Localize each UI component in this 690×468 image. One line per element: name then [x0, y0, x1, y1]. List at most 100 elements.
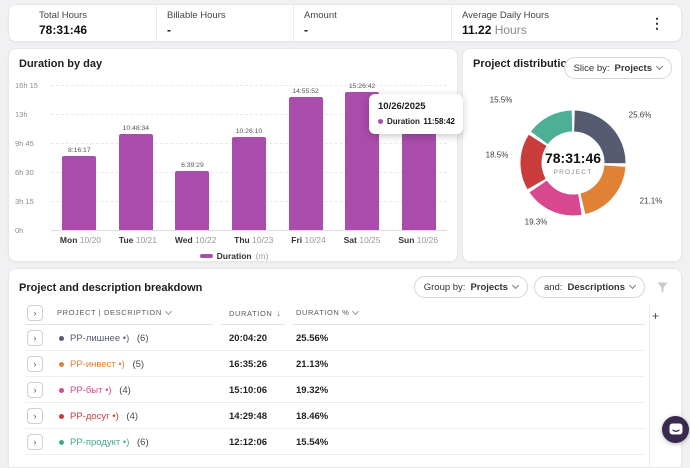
chat-launcher-button[interactable] — [662, 416, 689, 443]
column-header-project[interactable]: PROJECT | DESCRIPTION — [57, 308, 171, 317]
column-header-duration-pct[interactable]: DURATION % — [296, 308, 358, 317]
chevron-right-icon: › — [34, 359, 37, 369]
tooltip-series-name: Duration — [387, 117, 420, 126]
kebab-menu-icon[interactable]: ⋮ — [645, 12, 669, 34]
bar-value-label: 15:26:42 — [349, 83, 375, 90]
bar-value-label: 10:26:10 — [236, 128, 262, 135]
expand-row-button[interactable]: › — [27, 408, 43, 424]
grid-line — [51, 230, 447, 231]
summary-bar: Total Hours 78:31:46 Billable Hours - Am… — [8, 4, 682, 42]
expand-row-button[interactable]: › — [27, 356, 43, 372]
chart-tooltip: 10/26/2025 Duration 11:58:42 — [369, 94, 463, 134]
chevron-right-icon: › — [34, 411, 37, 421]
project-color-dot — [59, 440, 64, 445]
tooltip-value: 11:58:42 — [423, 117, 455, 126]
description-count: (5) — [130, 359, 144, 370]
table-row: › РР-лишнее •) (6) 20:04:20 25.56% — [9, 325, 681, 351]
tooltip-series-dot — [378, 119, 383, 124]
expand-row-button[interactable]: › — [27, 330, 43, 346]
donut-segment-label: 21.1% — [640, 197, 663, 206]
duration-bar[interactable] — [289, 97, 323, 230]
breakdown-table-card: Project and description breakdown Group … — [8, 268, 682, 468]
donut-segment-label: 18.5% — [486, 151, 509, 160]
sort-desc-icon: ↓ — [276, 308, 281, 318]
chat-bubble-icon — [669, 423, 683, 436]
x-tick-label: Thu 10/23 — [234, 235, 273, 245]
bar-value-label: 10:48:34 — [123, 125, 149, 132]
table-row: › РР-инвест •) (5) 16:35:26 21.13% — [9, 351, 681, 377]
x-tick-label: Wed 10/22 — [175, 235, 216, 245]
table-column-headers: › PROJECT | DESCRIPTION DURATION↓ DURATI… — [9, 305, 681, 325]
column-header-duration[interactable]: DURATION↓ — [229, 308, 282, 318]
summary-label: Billable Hours — [167, 10, 285, 21]
summary-label: Amount — [304, 10, 443, 21]
bar-value-label: 6:39:29 — [181, 162, 204, 169]
donut-segment-label: 15.5% — [490, 96, 513, 105]
chevron-right-icon: › — [34, 437, 37, 447]
legend-unit: (m) — [256, 251, 269, 261]
description-count: (4) — [117, 385, 131, 396]
legend-swatch — [200, 254, 213, 258]
tooltip-date: 10/26/2025 — [378, 101, 455, 112]
x-tick-label: Fri 10/24 — [291, 235, 326, 245]
expand-row-button[interactable]: › — [27, 382, 43, 398]
donut-chart: 78:31:46 PROJECT 25.6%21.1%19.3%18.5%15.… — [509, 99, 637, 227]
row-duration: 12:12:06 — [229, 437, 267, 448]
y-tick-label: 0h — [15, 226, 23, 235]
summary-value: 11.22 Hours — [462, 23, 637, 37]
donut-svg[interactable] — [509, 99, 637, 227]
project-name: РР-лишнее •) (6) — [70, 333, 149, 344]
table-title: Project and description breakdown — [19, 282, 202, 294]
project-name: РР-продукт •) (6) — [70, 437, 149, 448]
duration-bar[interactable] — [175, 171, 209, 230]
x-tick-label: Sun 10/26 — [398, 235, 438, 245]
y-tick-label: 9h 45 — [15, 139, 34, 148]
row-duration-pct: 18.46% — [296, 411, 328, 422]
project-name: РР-досуг •) (4) — [70, 411, 138, 422]
summary-value: - — [167, 23, 285, 37]
summary-value: - — [304, 23, 443, 37]
group-by-value: Projects — [470, 282, 508, 293]
bar-column[interactable]: 14:55:52 — [280, 88, 332, 230]
summary-value: 78:31:46 — [39, 23, 148, 37]
and-dropdown[interactable]: and:Descriptions — [534, 276, 645, 298]
slice-by-dropdown[interactable]: Slice by:Projects — [564, 57, 672, 79]
y-tick-label: 13h — [15, 110, 28, 119]
duration-bar[interactable] — [62, 156, 96, 230]
duration-bar[interactable] — [402, 123, 436, 230]
add-column-button[interactable]: + — [652, 309, 659, 323]
donut-segment-label: 19.3% — [525, 218, 548, 227]
slice-by-label: Slice by: — [574, 63, 610, 74]
bar-column[interactable]: 8:16:17 — [53, 147, 105, 230]
chevron-down-icon — [512, 282, 519, 289]
chevron-down-icon — [352, 307, 359, 314]
duration-bar[interactable] — [119, 134, 153, 230]
chevron-right-icon: › — [34, 333, 37, 343]
x-tick-label: Tue 10/21 — [119, 235, 157, 245]
filter-button[interactable] — [651, 276, 673, 298]
row-duration: 14:29:48 — [229, 411, 267, 422]
chevron-down-icon — [629, 282, 636, 289]
chevron-right-icon: › — [34, 308, 37, 318]
y-tick-label: 6h 30 — [15, 168, 34, 177]
row-duration: 16:35:26 — [229, 359, 267, 370]
chart-legend: Duration (m) — [9, 251, 459, 261]
y-tick-label: 16h 15 — [15, 81, 38, 90]
summary-average-daily-hours: Average Daily Hours 11.22 Hours — [451, 5, 645, 41]
chevron-right-icon: › — [34, 385, 37, 395]
expand-all-button[interactable]: › — [27, 305, 43, 321]
row-duration-pct: 25.56% — [296, 333, 328, 344]
table-row: › РР-досуг •) (4) 14:29:48 18.46% — [9, 403, 681, 429]
summary-billable-hours: Billable Hours - — [156, 5, 293, 41]
bar-column[interactable]: 6:39:29 — [166, 162, 218, 230]
chevron-down-icon — [165, 307, 172, 314]
duration-by-day-card: Duration by day 8:16:17 10:48:34 6:39:29 10… — [8, 48, 458, 262]
description-count: (6) — [134, 437, 148, 448]
chart-title: Duration by day — [19, 58, 102, 70]
bar-column[interactable]: 10:48:34 — [110, 125, 162, 230]
group-by-dropdown[interactable]: Group by:Projects — [414, 276, 528, 298]
duration-bar[interactable] — [232, 137, 266, 230]
row-duration: 20:04:20 — [229, 333, 267, 344]
funnel-icon — [656, 281, 669, 294]
bar-column[interactable]: 10:26:10 — [223, 128, 275, 230]
